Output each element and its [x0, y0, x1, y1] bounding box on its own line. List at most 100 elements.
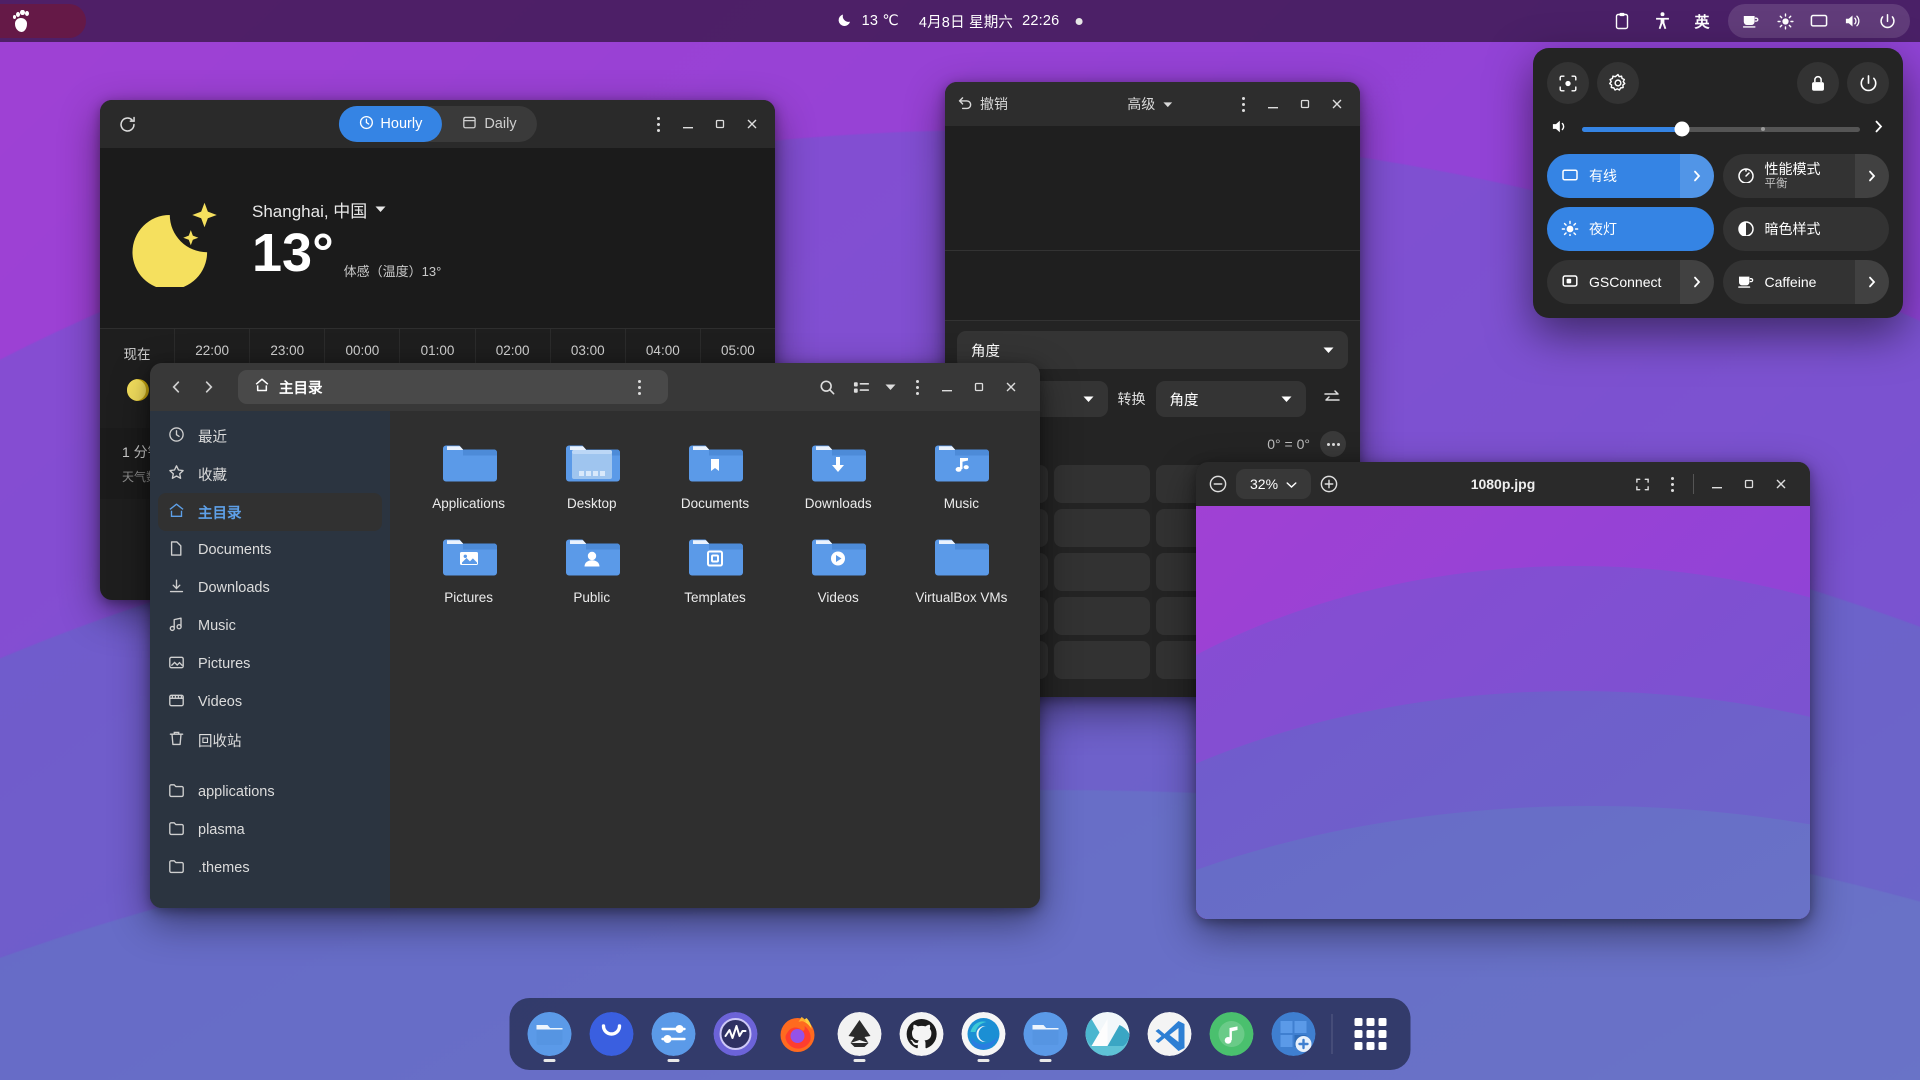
- refresh-icon[interactable]: [110, 107, 144, 141]
- file-manager-content[interactable]: Applications Desktop Documents Downloads Mus…: [390, 411, 1040, 908]
- sidebar-item--[interactable]: 主目录: [158, 493, 382, 531]
- tab-daily[interactable]: Daily: [442, 106, 536, 142]
- back-button[interactable]: [160, 371, 192, 403]
- list-view-icon[interactable]: [846, 370, 876, 404]
- image-viewer-window[interactable]: 32% 1080p.jpg: [1196, 462, 1810, 919]
- maximize-button[interactable]: [1734, 469, 1764, 499]
- swap-icon[interactable]: [1316, 388, 1348, 411]
- dock-item-firefox[interactable]: [770, 1003, 826, 1065]
- chevron-right-icon[interactable]: [1679, 260, 1714, 304]
- undo-button[interactable]: 撤销: [957, 94, 1008, 114]
- maximize-button[interactable]: [964, 372, 994, 402]
- search-icon[interactable]: [810, 370, 844, 404]
- display-icon[interactable]: [1802, 4, 1836, 38]
- quick-settings-panel[interactable]: 有线 性能模式 平衡 夜灯 暗色样式 GSConnect Caffeine: [1533, 48, 1903, 318]
- calculator-expression-area[interactable]: [945, 126, 1360, 251]
- gear-icon[interactable]: [1597, 62, 1639, 104]
- volume-icon[interactable]: [1836, 4, 1870, 38]
- dock-item-settings[interactable]: [646, 1003, 702, 1065]
- sidebar-item-documents[interactable]: Documents: [158, 531, 382, 569]
- calculator-key[interactable]: [1054, 465, 1150, 503]
- file-item[interactable]: Desktop: [533, 433, 650, 519]
- file-item[interactable]: Downloads: [780, 433, 897, 519]
- lock-icon[interactable]: [1797, 62, 1839, 104]
- qs-tile--[interactable]: 夜灯: [1547, 207, 1714, 251]
- zoom-out-icon[interactable]: [1204, 470, 1232, 498]
- hamburger-menu-icon[interactable]: [904, 374, 930, 400]
- dock[interactable]: [509, 998, 1411, 1070]
- path-menu-icon[interactable]: [626, 374, 652, 400]
- qs-tile-gsconnect[interactable]: GSConnect: [1547, 260, 1714, 304]
- sidebar-item-plasma[interactable]: plasma: [158, 811, 382, 849]
- calculator-key[interactable]: [1054, 509, 1150, 547]
- file-item[interactable]: Applications: [410, 433, 527, 519]
- system-status-group[interactable]: [1728, 4, 1910, 38]
- close-button[interactable]: [1766, 469, 1796, 499]
- tab-hourly[interactable]: Hourly: [338, 106, 443, 142]
- sidebar-item-pictures[interactable]: Pictures: [158, 645, 382, 683]
- minimize-button[interactable]: [673, 109, 703, 139]
- maximize-button[interactable]: [705, 109, 735, 139]
- close-button[interactable]: [996, 372, 1026, 402]
- sidebar-item-music[interactable]: Music: [158, 607, 382, 645]
- qs-tile--[interactable]: 暗色样式: [1722, 207, 1889, 251]
- file-item[interactable]: Pictures: [410, 527, 527, 613]
- file-grid[interactable]: Applications Desktop Documents Downloads Mus…: [410, 433, 1020, 613]
- quick-settings-tiles[interactable]: 有线 性能模式 平衡 夜灯 暗色样式 GSConnect Caffeine: [1547, 154, 1889, 304]
- minimize-button[interactable]: [932, 372, 962, 402]
- qs-tile--[interactable]: 性能模式 平衡: [1722, 154, 1889, 198]
- dock-item-music-player[interactable]: [1204, 1003, 1260, 1065]
- chevron-right-icon[interactable]: [1855, 260, 1889, 304]
- screenshot-icon[interactable]: [1547, 62, 1589, 104]
- accessibility-icon[interactable]: [1642, 4, 1682, 38]
- breadcrumb[interactable]: 主目录: [238, 370, 668, 404]
- dock-item-vscode[interactable]: [1142, 1003, 1198, 1065]
- power-icon[interactable]: [1847, 62, 1889, 104]
- forward-button[interactable]: [192, 371, 224, 403]
- dock-item-file-manager-2[interactable]: [1018, 1003, 1074, 1065]
- fullscreen-icon[interactable]: [1627, 469, 1657, 499]
- activities-button[interactable]: [0, 4, 86, 38]
- weather-location[interactable]: Shanghai, 中国: [252, 197, 441, 222]
- sidebar-item-downloads[interactable]: Downloads: [158, 569, 382, 607]
- brightness-icon[interactable]: [1768, 4, 1802, 38]
- minimize-button[interactable]: [1702, 469, 1732, 499]
- zoom-in-icon[interactable]: [1315, 470, 1343, 498]
- sidebar-item-videos[interactable]: Videos: [158, 683, 382, 721]
- dock-item-nautilus-files[interactable]: [522, 1003, 578, 1065]
- file-item[interactable]: Templates: [656, 527, 773, 613]
- caffeine-icon[interactable]: [1734, 4, 1768, 38]
- file-item[interactable]: Videos: [780, 527, 897, 613]
- weather-tabs[interactable]: Hourly Daily: [338, 106, 537, 142]
- close-button[interactable]: [737, 109, 767, 139]
- chevron-right-icon[interactable]: [1855, 154, 1889, 198]
- sidebar-item--[interactable]: 回收站: [158, 721, 382, 759]
- chevron-right-icon[interactable]: [1872, 119, 1885, 139]
- dock-item-nautilus-alt[interactable]: [584, 1003, 640, 1065]
- clipboard-icon[interactable]: [1602, 4, 1642, 38]
- dock-item-github[interactable]: [894, 1003, 950, 1065]
- sidebar-item--themes[interactable]: .themes: [158, 849, 382, 887]
- file-manager-sidebar[interactable]: 最近 收藏 主目录 Documents Downloads Music Pictures Vi…: [150, 411, 390, 908]
- calculator-key[interactable]: [1054, 597, 1150, 635]
- file-manager-window[interactable]: 主目录 最近 收藏 主目录 Documents Downloads Music …: [150, 363, 1040, 908]
- qs-tile-caffeine[interactable]: Caffeine: [1722, 260, 1889, 304]
- clock-button[interactable]: 13 ℃ 4月8日 星期六 22:26: [826, 0, 1095, 42]
- qs-tile--[interactable]: 有线: [1547, 154, 1714, 198]
- file-item[interactable]: Public: [533, 527, 650, 613]
- maximize-button[interactable]: [1290, 89, 1320, 119]
- dock-item-image-viewer[interactable]: [1080, 1003, 1136, 1065]
- calculator-key[interactable]: [1054, 553, 1150, 591]
- sidebar-item--[interactable]: 最近: [158, 417, 382, 455]
- hamburger-menu-icon[interactable]: [1659, 471, 1685, 497]
- volume-slider-row[interactable]: [1547, 118, 1889, 140]
- minimize-button[interactable]: [1258, 89, 1288, 119]
- more-icon[interactable]: [1320, 431, 1346, 457]
- sidebar-item-applications[interactable]: applications: [158, 773, 382, 811]
- chevron-down-icon[interactable]: [878, 370, 902, 404]
- close-button[interactable]: [1322, 89, 1352, 119]
- unit-to-select[interactable]: 角度: [1155, 381, 1306, 417]
- file-item[interactable]: Music: [903, 433, 1020, 519]
- dock-item-system-monitor[interactable]: [708, 1003, 764, 1065]
- weather-menu-icon[interactable]: [645, 111, 671, 137]
